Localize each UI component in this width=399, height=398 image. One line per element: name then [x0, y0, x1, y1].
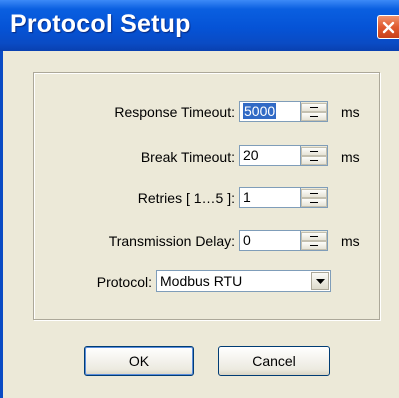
- response-timeout-value: 5000: [243, 103, 277, 119]
- spin-up-icon[interactable]: [301, 147, 327, 156]
- spin-down-icon[interactable]: [301, 156, 327, 165]
- close-icon: [382, 21, 395, 34]
- response-timeout-unit: ms: [341, 104, 360, 120]
- protocol-select[interactable]: Modbus RTU: [156, 270, 331, 292]
- response-timeout-spinner[interactable]: [301, 101, 328, 122]
- spin-down-icon[interactable]: [301, 198, 327, 207]
- response-timeout-label: Response Timeout:: [114, 104, 235, 120]
- close-button[interactable]: [377, 15, 399, 39]
- transmission-delay-label: Transmission Delay:: [108, 233, 235, 249]
- ok-button[interactable]: OK: [84, 346, 194, 376]
- protocol-value: Modbus RTU: [160, 273, 243, 289]
- protocol-label: Protocol:: [96, 274, 152, 290]
- retries-label: Retries [ 1…5 ]:: [137, 190, 235, 206]
- title-bar[interactable]: Protocol Setup: [0, 0, 399, 51]
- dropdown-arrow-icon: [316, 279, 325, 284]
- break-timeout-spinner[interactable]: [301, 145, 328, 166]
- spin-down-icon[interactable]: [301, 241, 327, 250]
- transmission-delay-input[interactable]: 0: [239, 230, 301, 251]
- break-timeout-input[interactable]: 20: [239, 145, 301, 166]
- window-border: [0, 51, 3, 398]
- break-timeout-label: Break Timeout:: [140, 149, 235, 165]
- retries-input[interactable]: 1: [239, 187, 301, 208]
- spin-up-icon[interactable]: [301, 189, 327, 198]
- spin-up-icon[interactable]: [301, 103, 327, 112]
- transmission-delay-unit: ms: [341, 233, 360, 249]
- transmission-delay-spinner[interactable]: [301, 230, 328, 251]
- break-timeout-unit: ms: [341, 149, 360, 165]
- cancel-button[interactable]: Cancel: [218, 346, 330, 376]
- protocol-dropdown-button[interactable]: [311, 272, 329, 290]
- response-timeout-input[interactable]: 5000: [239, 101, 301, 122]
- spin-up-icon[interactable]: [301, 232, 327, 241]
- spin-down-icon[interactable]: [301, 112, 327, 121]
- window-title: Protocol Setup: [10, 10, 191, 38]
- retries-spinner[interactable]: [301, 187, 328, 208]
